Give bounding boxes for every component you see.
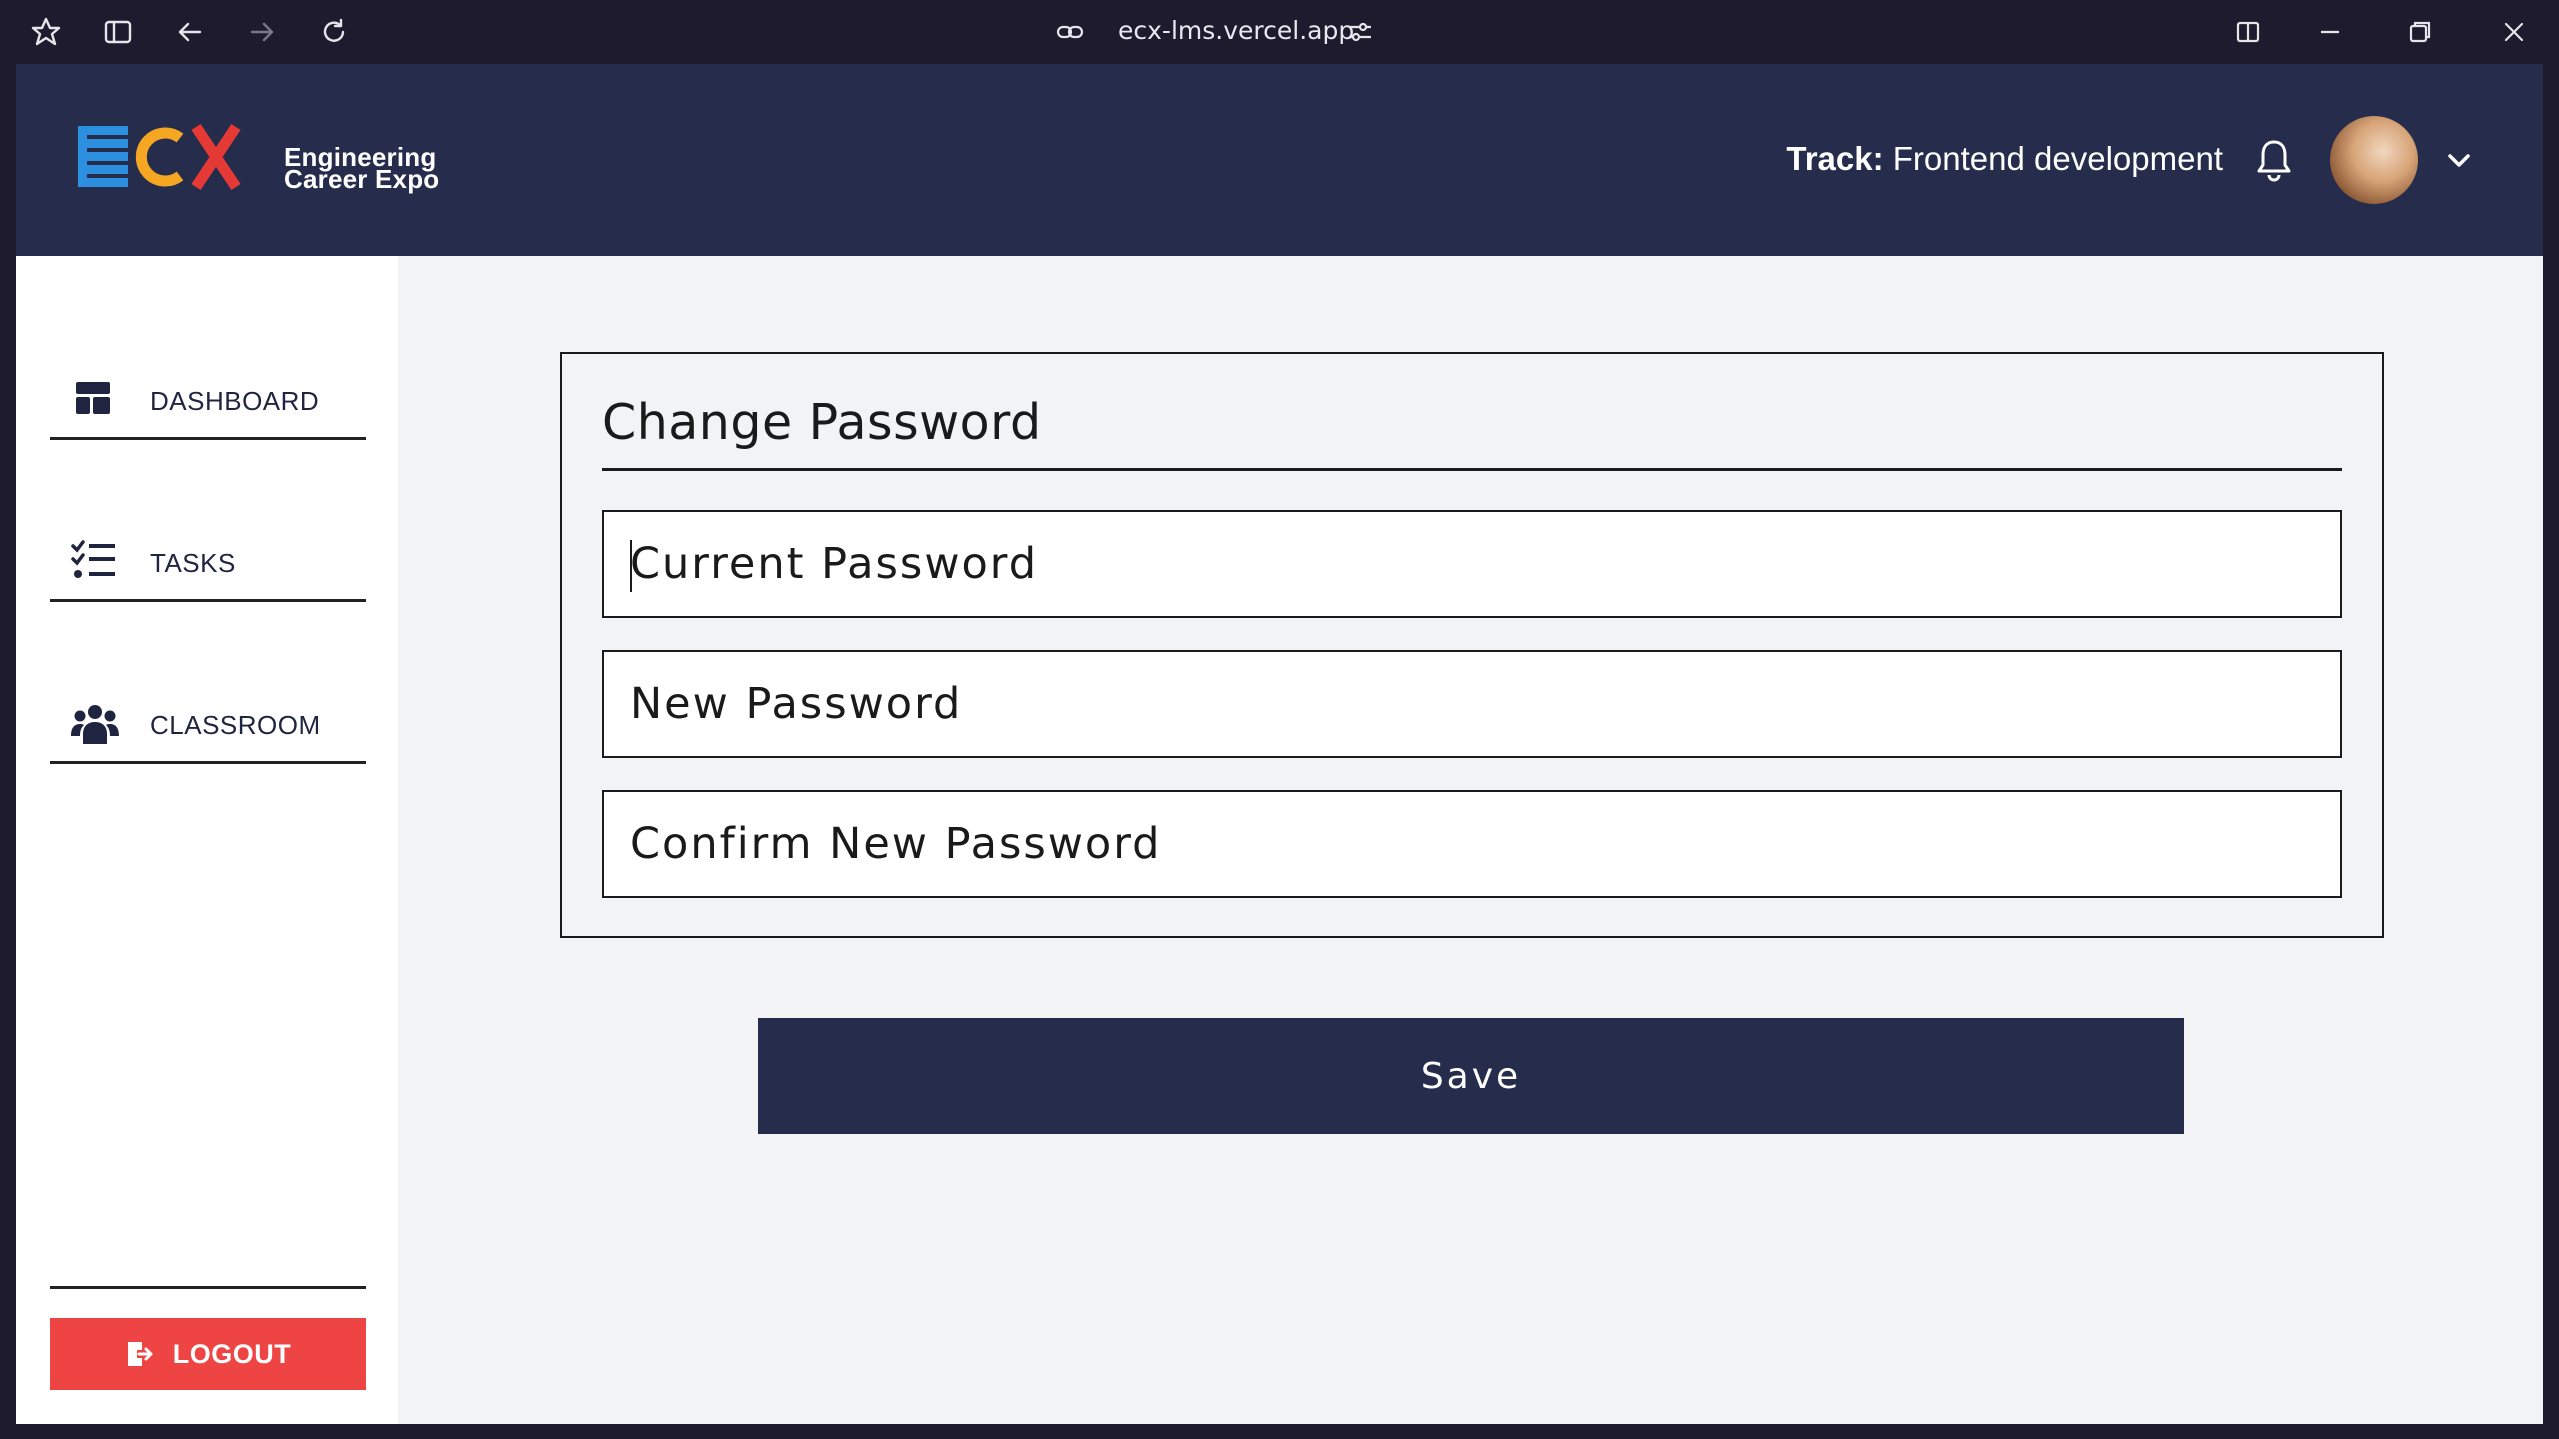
split-view-icon[interactable] [2230,14,2266,50]
track-label: Track: [1786,140,1884,177]
reload-icon[interactable] [316,14,352,50]
sidebar-item-dashboard[interactable]: DASHBOARD [50,380,366,440]
sidebar-item-label: CLASSROOM [150,710,321,740]
text-caret [630,540,632,592]
sidebar-toggle-icon[interactable] [100,14,136,50]
address-bar-url[interactable]: ecx-lms.vercel.app [1118,16,1354,45]
change-password-card: Change Password [560,352,2384,938]
current-password-field[interactable] [602,510,2342,618]
top-header: Engineering Career Expo Track: Frontend … [16,64,2543,256]
track-info: Track: Frontend development [1786,140,2223,178]
confirm-password-field[interactable] [602,790,2342,898]
forward-arrow-icon[interactable] [244,14,280,50]
logout-button[interactable]: LOGOUT [50,1318,366,1390]
page-title: Change Password [602,394,1042,451]
confirm-password-input[interactable] [630,792,2340,896]
user-avatar[interactable] [2330,116,2418,204]
new-password-input[interactable] [630,652,2340,756]
track-value: Frontend development [1883,140,2223,177]
chevron-down-icon[interactable] [2442,144,2476,183]
ecx-logo[interactable] [78,122,278,197]
save-button[interactable]: Save [758,1018,2184,1134]
sidebar-item-classroom[interactable]: CLASSROOM [50,704,366,764]
sidebar-item-label: DASHBOARD [150,386,320,416]
sidebar-divider [50,1286,366,1289]
restore-window-icon[interactable] [2402,14,2438,50]
dashboard-icon [70,376,118,420]
title-divider [602,468,2342,471]
logo-subtitle-line2: Career Expo [284,164,440,194]
site-settings-icon[interactable] [1342,14,1378,50]
sidebar-item-tasks[interactable]: TASKS [50,540,366,602]
logout-icon [127,1342,153,1366]
close-window-icon[interactable] [2496,14,2532,50]
back-arrow-icon[interactable] [172,14,208,50]
logo-subtitle: Engineering Career Expo [284,144,440,194]
app-window: Engineering Career Expo Track: Frontend … [16,64,2543,1424]
bell-icon[interactable] [2254,138,2294,187]
browser-logo-icon[interactable] [28,14,64,50]
new-password-field[interactable] [602,650,2342,758]
users-group-icon [70,700,119,744]
logout-label: LOGOUT [172,1338,292,1369]
link-icon[interactable] [1052,14,1088,50]
sidebar-item-label: TASKS [150,548,236,578]
browser-toolbar: ecx-lms.vercel.app [0,0,2559,64]
minimize-icon[interactable] [2312,14,2348,50]
tasks-checklist-icon [70,538,118,582]
sidebar: DASHBOARD TASKS CLASSROOM LOGOUT [16,256,398,1424]
current-password-input[interactable] [630,512,2340,616]
